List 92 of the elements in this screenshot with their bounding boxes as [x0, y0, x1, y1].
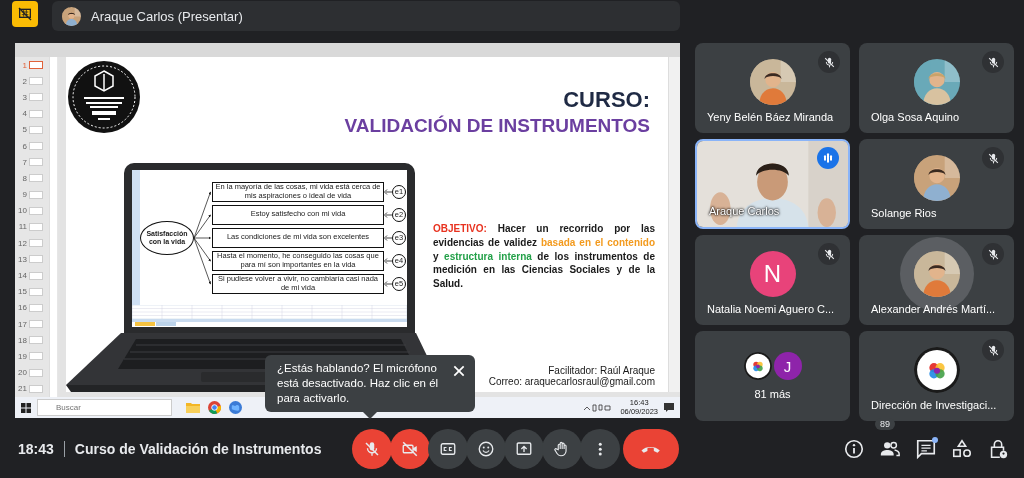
slide-number: 4	[21, 109, 27, 119]
slide-number: 14	[17, 271, 27, 281]
presenter-label: Araque Carlos (Presentar)	[91, 8, 243, 24]
more-participants-label[interactable]: 81 más	[754, 388, 791, 400]
slide-thumbnail[interactable]	[29, 239, 43, 248]
slide-thumbnail[interactable]	[29, 320, 43, 329]
slide-thumbnail[interactable]	[29, 77, 43, 86]
slide-number: 2	[21, 76, 27, 86]
captions-button[interactable]	[427, 429, 468, 469]
slide-thumbnail[interactable]	[29, 158, 43, 167]
slide-thumbnail[interactable]	[29, 206, 43, 215]
slide-thumbnail[interactable]	[29, 271, 43, 280]
slide-number: 1	[21, 60, 27, 70]
smiley-icon	[476, 440, 495, 458]
shapes-icon	[951, 438, 973, 460]
objective-text: OBJETIVO: Hacer un recorrido por las evidencias de validez basada en el contenido y estructura interna de los instrumentos de medición en las Ciencias Sociales y de la Salud.	[433, 222, 655, 291]
slide-number: 5	[21, 125, 27, 135]
slide-number: 3	[21, 92, 27, 102]
slide-number: 12	[17, 238, 27, 248]
slide-number: 8	[21, 173, 27, 183]
avatar-initial: J	[773, 352, 802, 380]
presentation-off-icon	[17, 6, 33, 22]
mic-off-icon	[362, 440, 381, 458]
phone-icon	[641, 444, 661, 454]
email-text: Correo: araquecarlosraul@gmail.com	[488, 376, 655, 387]
slide-number: 11	[17, 222, 27, 232]
slide-thumbnail[interactable]	[29, 61, 43, 70]
slide-number: 16	[17, 303, 27, 313]
close-icon	[451, 363, 467, 379]
captions-icon	[438, 440, 457, 458]
arrow-icon	[384, 211, 392, 218]
slide-thumbnail[interactable]	[29, 352, 43, 361]
slide-number: 19	[17, 351, 27, 361]
chat-icon	[915, 438, 937, 460]
slide-number: 6	[21, 141, 27, 151]
slide-thumbnail[interactable]	[29, 255, 43, 264]
leave-call-button[interactable]	[622, 429, 679, 469]
slide-thumbnail[interactable]	[29, 93, 43, 102]
slide-thumbnail[interactable]	[29, 109, 43, 118]
slide-number: 18	[17, 335, 27, 345]
participant-name: Olga Sosa Aquino	[871, 111, 960, 123]
slide-number: 9	[21, 190, 27, 200]
slide-thumbnail[interactable]	[29, 287, 43, 296]
present-screen-icon	[514, 440, 533, 458]
presentation-toggle[interactable]	[12, 1, 38, 27]
folder-icon[interactable]	[186, 401, 200, 413]
info-icon	[843, 438, 865, 460]
camera-off-icon	[400, 440, 419, 458]
slide-thumbnail[interactable]	[29, 384, 43, 393]
participant-count-badge: 89	[875, 418, 895, 430]
camera-button[interactable]	[389, 429, 430, 469]
slide-thumbnail[interactable]	[29, 125, 43, 134]
slide-title: CURSO:	[563, 87, 650, 113]
facilitator-text: Facilitador: Raúl Araque	[548, 365, 655, 376]
slide-number: 7	[21, 157, 27, 167]
slide-thumbnail[interactable]	[29, 190, 43, 199]
slide-number: 15	[17, 287, 27, 297]
participant-name: Yeny Belén Báez Miranda	[707, 111, 834, 123]
participant-name: Natalia Noemi Aguero C...	[707, 303, 835, 315]
microphone-button[interactable]	[351, 429, 392, 469]
arrow-icon	[384, 234, 392, 241]
slide-subtitle: VALIDACIÓN DE INSTRUMENTOS	[344, 115, 650, 137]
arrow-icon	[384, 188, 392, 195]
slide-number: 21	[17, 384, 27, 394]
slide-thumbnail[interactable]	[29, 142, 43, 151]
close-button[interactable]	[451, 363, 467, 379]
globe-icon[interactable]	[229, 401, 242, 414]
scrollbar[interactable]	[49, 57, 57, 397]
slide-thumbnail[interactable]	[29, 222, 43, 231]
participant-name: Solange Rios	[871, 207, 937, 219]
participant-name: Alexander Andrés Martí...	[871, 303, 996, 315]
tooltip-text: ¿Estás hablando? El micrófono está desactivado. Haz clic en él para activarlo.	[277, 362, 439, 404]
browser-icon[interactable]	[208, 401, 221, 414]
slide-number: 10	[17, 206, 27, 216]
more-icon	[597, 441, 603, 457]
scrollbar[interactable]	[668, 57, 680, 392]
notification-icon[interactable]	[664, 403, 674, 412]
slide-number: 20	[17, 368, 27, 378]
arrow-icon	[384, 280, 392, 287]
avatar-initial: N	[749, 251, 796, 297]
slide-thumbnail[interactable]	[29, 174, 43, 183]
slide-thumbnail[interactable]	[29, 303, 43, 312]
slide-thumbnail[interactable]	[29, 336, 43, 345]
search-field[interactable]: Buscar	[37, 399, 172, 416]
meeting-time: 18:43	[18, 441, 54, 457]
participant-name: Dirección de Investigaci...	[871, 399, 997, 411]
slide-thumbnail[interactable]	[29, 368, 43, 377]
slide-number: 13	[17, 254, 27, 264]
slide-number: 17	[17, 319, 27, 329]
meeting-title: Curso de Validación de Instrumentos	[74, 441, 323, 457]
arrow-icon	[384, 257, 392, 264]
windows-start-icon[interactable]	[21, 402, 31, 413]
